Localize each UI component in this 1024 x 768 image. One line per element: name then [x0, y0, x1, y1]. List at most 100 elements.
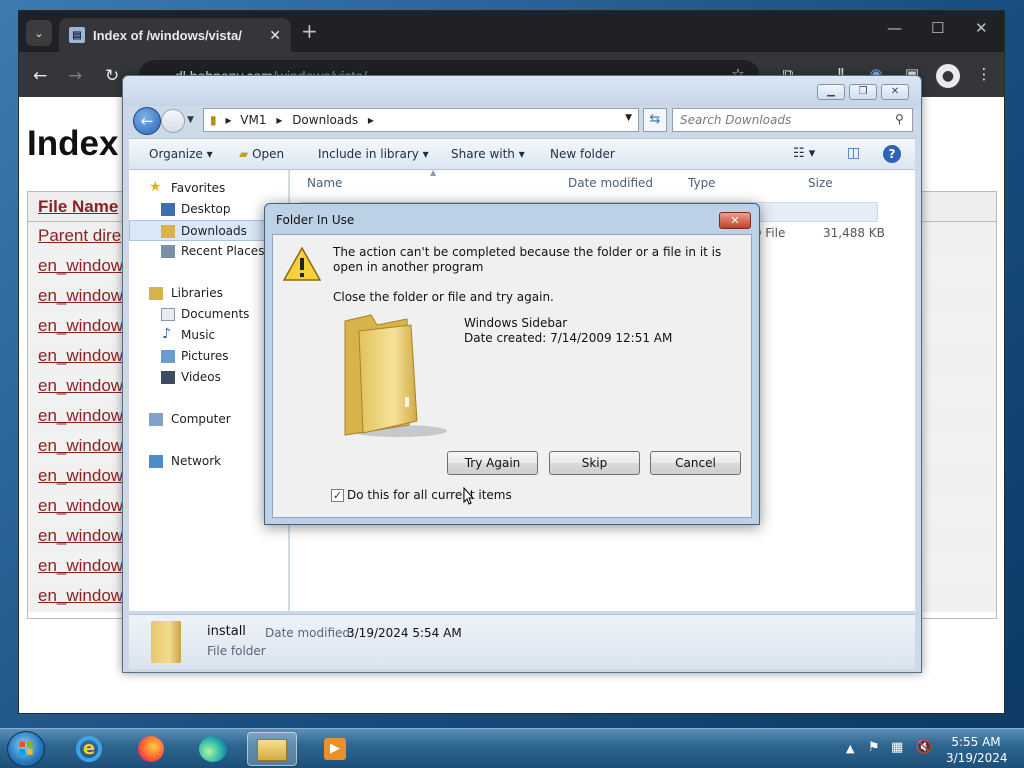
address-breadcrumb[interactable]: ▮ ▸ VM1 ▸ Downloads ▸ ▼: [203, 108, 639, 132]
minimize-icon[interactable]: ▁: [817, 84, 845, 100]
dialog-instruction: Close the folder or file and try again.: [333, 290, 554, 304]
reload-icon[interactable]: ↻: [105, 66, 119, 86]
cancel-button[interactable]: Cancel: [650, 451, 741, 475]
file-link[interactable]: en_window: [38, 556, 123, 576]
warning-icon: [283, 247, 321, 281]
minimize-icon[interactable]: —: [887, 19, 902, 37]
large-folder-icon: [344, 314, 447, 437]
search-input[interactable]: Search Downloads: [672, 108, 913, 132]
taskbar: e ▶ ▲ ⚑ ▦ 🔇 5:55 AM 3/19/2024: [0, 728, 1024, 768]
chevron-right-icon[interactable]: ▸: [276, 113, 282, 127]
file-link[interactable]: en_window: [38, 286, 123, 306]
folder-thumbnail-icon: [151, 621, 181, 663]
profile-avatar[interactable]: ●: [936, 64, 960, 88]
sort-arrow-icon: ▲: [430, 168, 437, 177]
file-name-column-link[interactable]: File Name: [38, 197, 118, 217]
volume-muted-icon[interactable]: 🔇: [916, 740, 932, 755]
skip-button[interactable]: Skip: [549, 451, 640, 475]
open-button[interactable]: ▰ Open: [239, 147, 284, 161]
apply-all-checkbox[interactable]: ✓: [331, 489, 344, 502]
pictures-icon: [161, 350, 175, 363]
nav-favorites[interactable]: ★ Favorites: [129, 178, 287, 199]
nav-downloads-label: Downloads: [181, 224, 247, 238]
media-player-icon[interactable]: ▶: [310, 732, 360, 766]
back-icon[interactable]: ←: [133, 107, 161, 135]
search-icon: ⚲: [895, 112, 904, 126]
nav-computer-label: Computer: [171, 412, 231, 426]
back-icon[interactable]: ←: [33, 66, 47, 86]
address-dropdown-icon[interactable]: ▼: [625, 113, 632, 123]
column-header-name[interactable]: Name: [307, 176, 342, 190]
column-header-date[interactable]: Date modified: [568, 176, 653, 190]
refresh-icon[interactable]: ⇆: [643, 108, 667, 132]
details-type: File folder: [207, 644, 266, 658]
help-icon[interactable]: ?: [883, 145, 901, 163]
file-link[interactable]: en_window: [38, 346, 123, 366]
breadcrumb-vm1[interactable]: VM1: [240, 113, 266, 127]
close-icon[interactable]: ✕: [881, 84, 909, 100]
file-link[interactable]: en_window: [38, 316, 123, 336]
libraries-icon: [149, 287, 163, 300]
file-link[interactable]: en_window: [38, 496, 123, 516]
menu-icon[interactable]: ⋮: [973, 65, 995, 87]
taskbar-clock[interactable]: 5:55 AM 3/19/2024: [946, 734, 1008, 766]
close-window-icon[interactable]: ✕: [975, 19, 988, 37]
view-options-icon[interactable]: ☷ ▾: [793, 146, 815, 161]
firefox-icon[interactable]: [126, 732, 176, 766]
music-icon: ♪: [162, 326, 171, 342]
column-header-size[interactable]: Size: [808, 176, 833, 190]
browser-tab[interactable]: ▤ Index of /windows/vista/ ✕: [59, 18, 291, 52]
dialog-close-icon[interactable]: ✕: [719, 212, 751, 229]
edge-icon[interactable]: [188, 732, 238, 766]
documents-icon: [161, 308, 175, 321]
network-tray-icon[interactable]: ▦: [891, 740, 903, 755]
new-folder-label: New folder: [550, 147, 615, 161]
file-link[interactable]: en_window: [38, 466, 123, 486]
dialog-title: Folder In Use: [276, 213, 355, 227]
breadcrumb-downloads[interactable]: Downloads: [292, 113, 358, 127]
downloads-folder-icon: [161, 225, 175, 238]
include-in-library-button[interactable]: Include in library ▾: [318, 147, 429, 161]
close-tab-icon[interactable]: ✕: [269, 27, 281, 44]
share-with-button[interactable]: Share with ▾: [451, 147, 525, 161]
try-again-button[interactable]: Try Again: [447, 451, 538, 475]
windows-explorer-taskbar-button[interactable]: [247, 732, 297, 766]
command-bar: Organize ▾ ▰ Open Include in library ▾ S…: [129, 138, 915, 170]
details-date-label: Date modified:: [265, 626, 355, 640]
internet-explorer-icon[interactable]: e: [64, 732, 114, 766]
nav-desktop-label: Desktop: [181, 202, 231, 216]
forward-icon[interactable]: →: [68, 66, 82, 86]
open-folder-icon: ▰: [239, 147, 249, 161]
nav-network-label: Network: [171, 454, 222, 468]
star-icon: ★: [149, 179, 162, 195]
maximize-icon[interactable]: ☐: [931, 19, 944, 37]
nav-libraries-label: Libraries: [171, 286, 223, 300]
organize-button[interactable]: Organize ▾: [149, 147, 213, 161]
recent-pages-icon[interactable]: ▼: [187, 115, 194, 125]
folder-in-use-dialog: Folder In Use ✕ The action can't be comp…: [264, 203, 760, 525]
tab-search-button[interactable]: ⌄: [26, 20, 52, 46]
show-hidden-icons[interactable]: ▲: [846, 742, 854, 755]
preview-pane-icon[interactable]: ◫: [847, 145, 860, 161]
chevron-right-icon[interactable]: ▸: [225, 113, 231, 127]
column-header-type[interactable]: Type: [688, 176, 716, 190]
new-folder-button[interactable]: New folder: [550, 147, 615, 161]
file-link[interactable]: en_window: [38, 436, 123, 456]
action-center-flag-icon[interactable]: ⚑: [868, 740, 880, 755]
file-link[interactable]: en_window: [38, 376, 123, 396]
parent-directory-link[interactable]: Parent dire: [38, 226, 121, 246]
videos-icon: [161, 371, 175, 384]
chevron-right-icon[interactable]: ▸: [368, 113, 374, 127]
address-area: ← ▼ ▮ ▸ VM1 ▸ Downloads ▸ ▼ ⇆ Search Dow…: [131, 105, 915, 137]
file-link[interactable]: en_window: [38, 256, 123, 276]
file-link[interactable]: en_window: [38, 526, 123, 546]
restore-icon[interactable]: ❐: [849, 84, 877, 100]
file-link[interactable]: en_window: [38, 586, 123, 606]
file-link[interactable]: en_window: [38, 406, 123, 426]
new-tab-button[interactable]: +: [301, 19, 318, 43]
clock-date: 3/19/2024: [946, 751, 1008, 765]
apply-all-label[interactable]: Do this for all current items: [347, 488, 512, 502]
windows-logo-icon: [19, 741, 33, 755]
forward-icon[interactable]: [161, 109, 185, 133]
start-button[interactable]: [7, 731, 45, 767]
